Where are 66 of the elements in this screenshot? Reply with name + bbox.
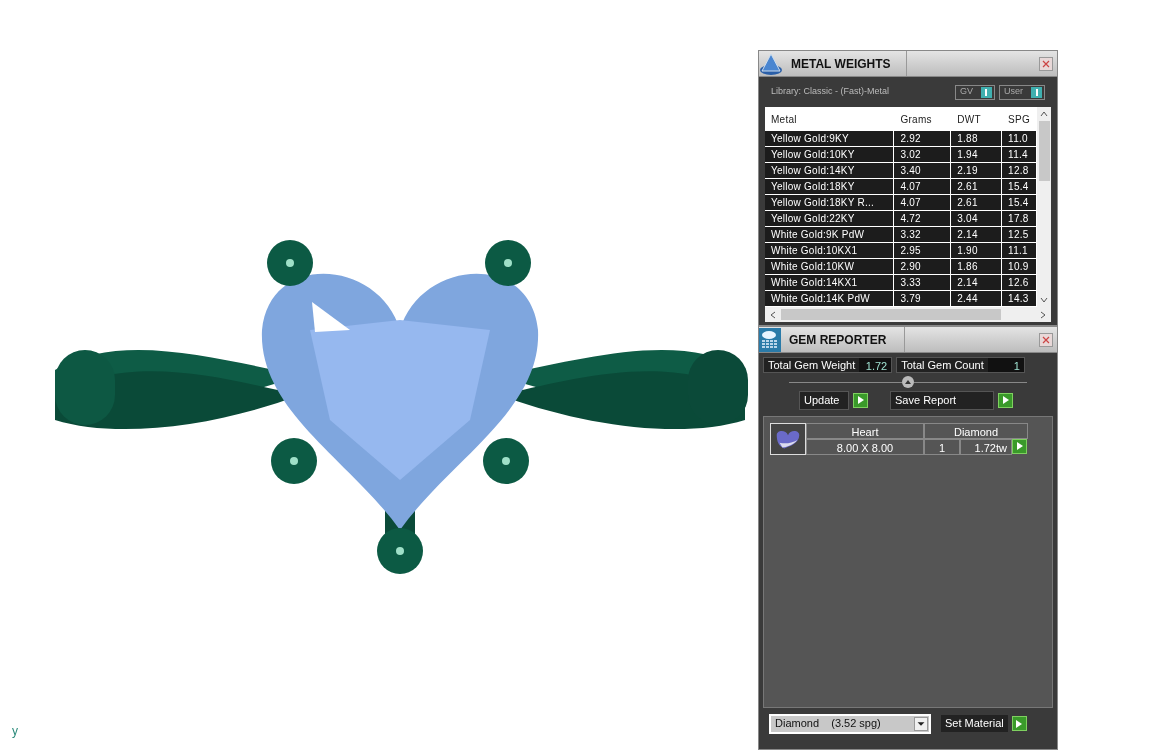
library-label: Library: Classic - (Fast)-Metal <box>771 85 890 99</box>
scroll-left-icon[interactable] <box>769 310 777 319</box>
table-cell: 2.90 <box>894 259 952 274</box>
table-cell: 3.79 <box>894 291 952 306</box>
column-header: DWT <box>956 112 982 127</box>
table-cell: 3.32 <box>894 227 952 242</box>
panel-title: GEM REPORTER <box>789 331 888 349</box>
table-cell: 3.33 <box>894 275 952 290</box>
scroll-thumb[interactable] <box>1038 121 1050 181</box>
vertical-scrollbar[interactable] <box>1037 107 1051 307</box>
table-cell: 2.14 <box>951 275 1003 290</box>
column-header: SPG <box>1007 112 1031 127</box>
table-cell: Yellow Gold:10KY <box>765 147 895 162</box>
table-cell: 1.94 <box>951 147 1003 162</box>
table-cell: 2.61 <box>951 179 1003 194</box>
pyramid-icon <box>759 51 783 76</box>
table-cell: White Gold:10KX1 <box>765 243 895 258</box>
table-cell: 4.07 <box>894 179 952 194</box>
table-cell: 3.02 <box>894 147 952 162</box>
play-icon <box>1011 716 1027 731</box>
column-header: Grams <box>899 112 933 127</box>
table-cell: 1.86 <box>951 259 1003 274</box>
close-button[interactable] <box>1039 56 1053 71</box>
table-cell: 2.44 <box>951 291 1003 306</box>
table-cell: White Gold:9K PdW <box>765 227 895 242</box>
collapse-button[interactable] <box>902 376 914 388</box>
close-button[interactable] <box>1039 332 1053 347</box>
table-cell: 1.90 <box>951 243 1003 258</box>
table-cell: 2.19 <box>951 163 1003 178</box>
table-cell: 4.72 <box>894 211 952 226</box>
scroll-down-icon[interactable] <box>1040 296 1048 304</box>
scroll-right-icon[interactable] <box>1039 310 1047 319</box>
play-icon <box>998 392 1013 408</box>
gem-material: Diamond <box>924 422 1028 439</box>
play-icon <box>853 392 868 408</box>
table-cell: 2.92 <box>894 131 952 146</box>
gem-count: 1 <box>924 438 960 455</box>
scroll-up-icon[interactable] <box>1040 110 1048 118</box>
table-cell: Yellow Gold:18KY R... <box>765 195 895 210</box>
table-cell: 4.07 <box>894 195 952 210</box>
heart-gem-icon <box>770 422 806 455</box>
toggle-switch[interactable]: User <box>999 84 1045 100</box>
horizontal-scrollbar[interactable] <box>765 307 1051 322</box>
table-cell: White Gold:10KW <box>765 259 895 274</box>
axis-label: y <box>12 725 18 737</box>
panel-title: METAL WEIGHTS <box>791 55 892 73</box>
toggle-switch[interactable]: GV <box>954 84 995 100</box>
table-cell: Yellow Gold:18KY <box>765 179 895 194</box>
table-cell: White Gold:14KX1 <box>765 275 895 290</box>
table-cell: 1.88 <box>951 131 1003 146</box>
table-cell: White Gold:14K PdW <box>765 291 895 306</box>
gem-weight: 1.72tw <box>960 438 1012 455</box>
table-cell: Yellow Gold:9KY <box>765 131 895 146</box>
gem-size: 8.00 X 8.00 <box>806 438 924 455</box>
table-cell: 2.61 <box>951 195 1003 210</box>
column-header: Metal <box>770 112 798 127</box>
table-cell: 3.04 <box>951 211 1003 226</box>
table-cell: Yellow Gold:14KY <box>765 163 895 178</box>
table-cell: Yellow Gold:22KY <box>765 211 895 226</box>
scroll-thumb[interactable] <box>781 309 1001 320</box>
report-icon <box>759 327 781 352</box>
table-cell: 2.14 <box>951 227 1003 242</box>
table-cell: 2.95 <box>894 243 952 258</box>
table-cell: 3.40 <box>894 163 952 178</box>
material-dropdown[interactable]: Diamond (3.52 spg) <box>769 713 931 734</box>
gem-shape: Heart <box>806 422 924 439</box>
